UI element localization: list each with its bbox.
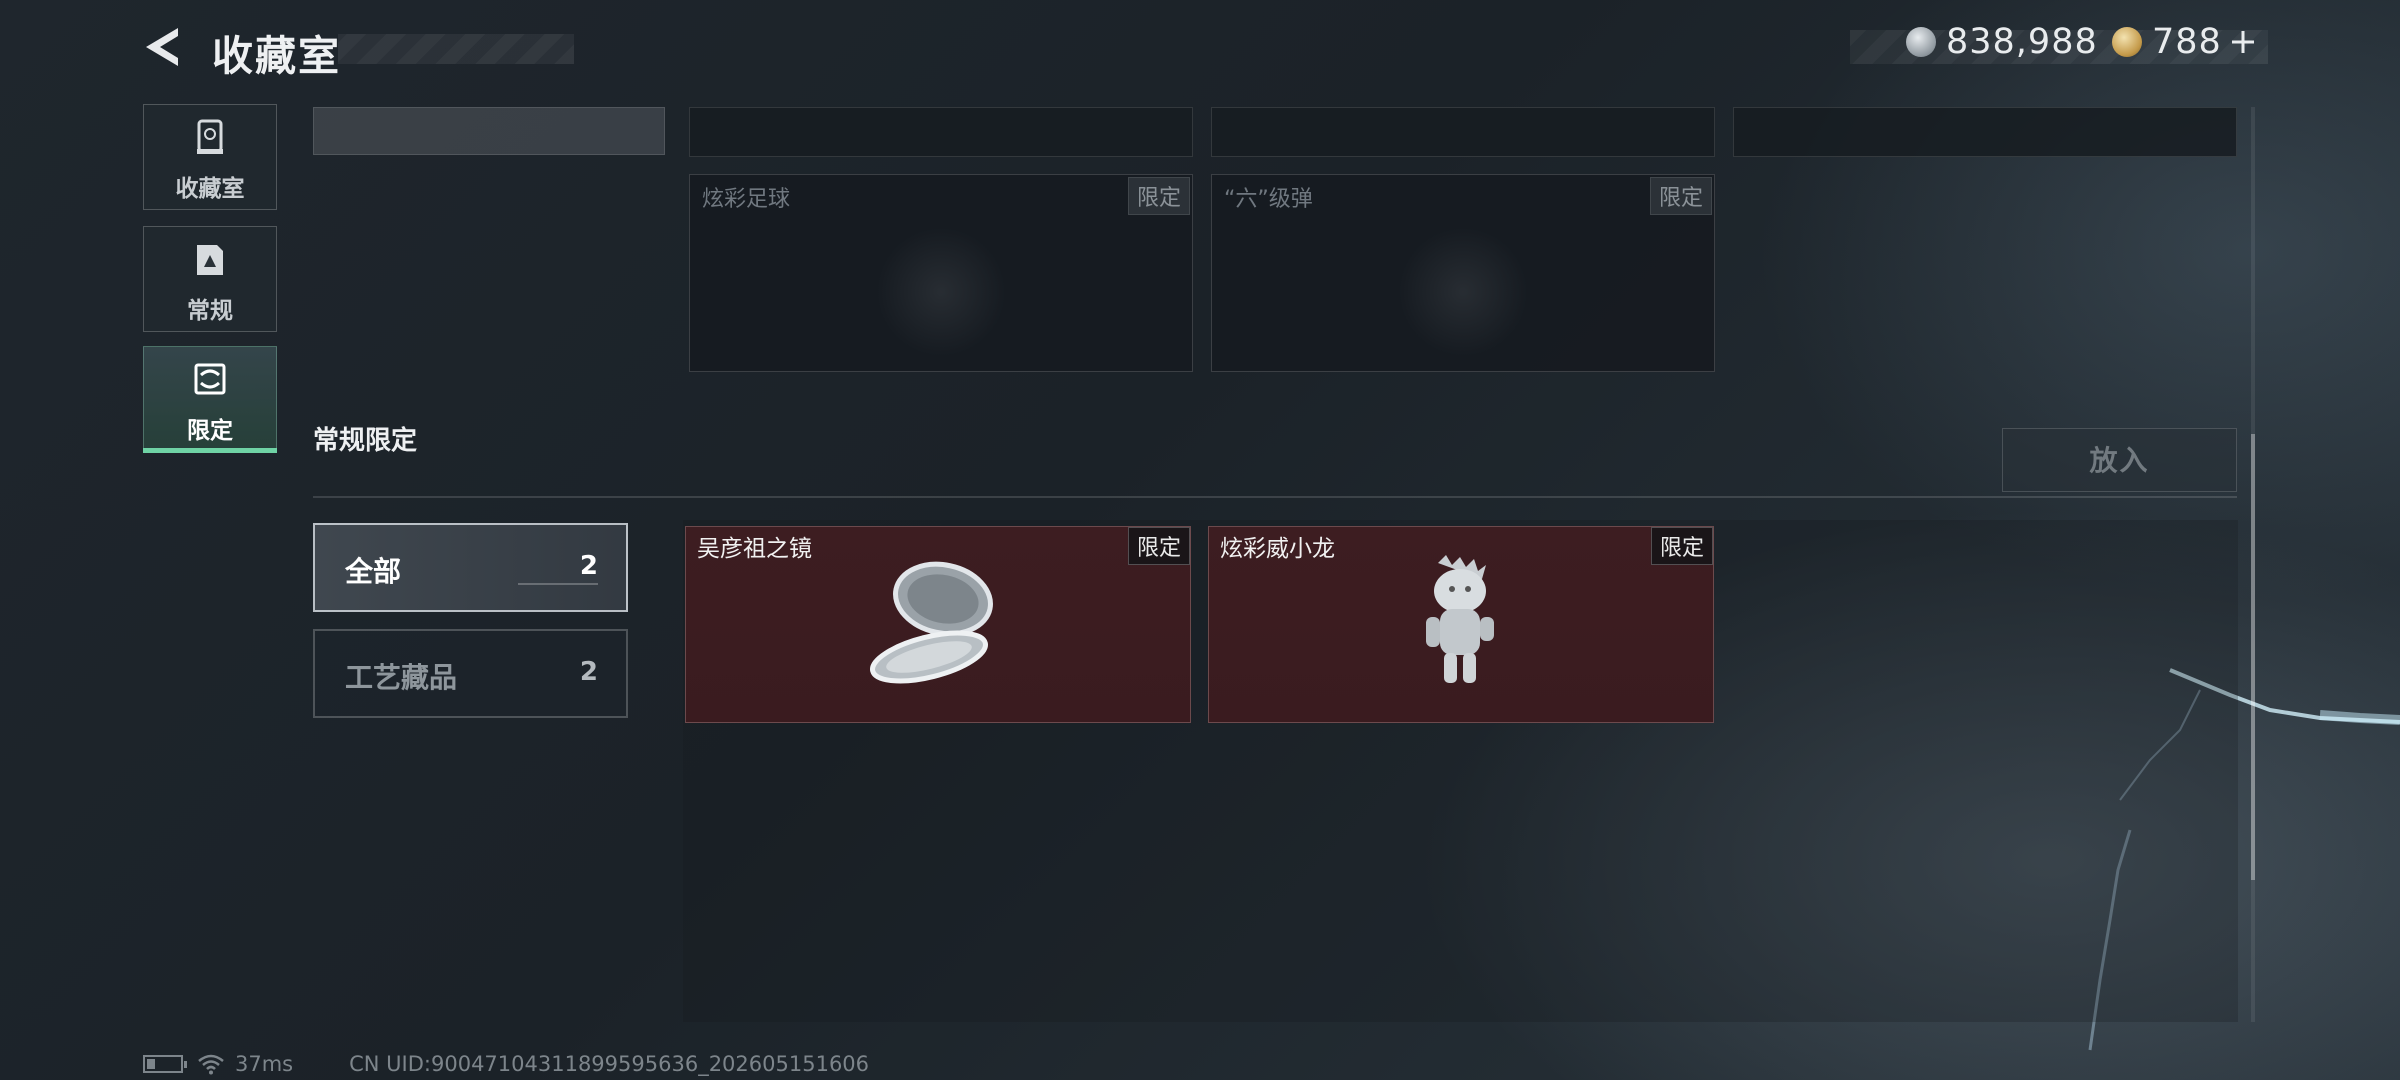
collection-card-locked[interactable]: 炫彩足球 限定 (689, 174, 1193, 372)
section-divider (313, 496, 2237, 498)
bullet-icon (1398, 227, 1528, 357)
card-name: “六”级弹 (1224, 187, 1313, 212)
filter-all[interactable]: 全部 2 (313, 523, 628, 612)
limited-badge: 限定 (1650, 527, 1713, 565)
nav-tab-regular[interactable]: 常规 (143, 226, 277, 332)
active-tab-indicator (143, 448, 277, 453)
uid-text: CN UID:9004710431189959​5636_20260515160… (349, 1052, 870, 1076)
limited-badge: 限定 (1127, 177, 1190, 215)
filter-label: 全部 (345, 555, 402, 588)
silver-currency-value: 838,988 (1946, 22, 2098, 62)
display-case-icon (197, 119, 223, 154)
gold-currency[interactable]: 788 (2112, 22, 2256, 62)
ping-text: 37ms (235, 1052, 294, 1076)
collection-slot[interactable] (1211, 107, 1715, 157)
wifi-icon (198, 1054, 224, 1075)
scrollbar-thumb[interactable] (2251, 434, 2255, 880)
page-title: 收藏室 (212, 32, 341, 80)
nav-label: 限定 (187, 418, 233, 444)
plus-icon[interactable] (2230, 29, 2256, 55)
card-name: 炫彩足球 (702, 187, 791, 212)
filter-underline (518, 583, 598, 585)
collection-card-locked[interactable]: “六”级弹 限定 (1211, 174, 1715, 372)
nav-tab-limited[interactable]: 限定 (143, 346, 277, 452)
silver-currency: 838,988 (1906, 22, 2098, 62)
filter-count: 2 (579, 657, 598, 687)
filter-count: 2 (579, 551, 598, 581)
silver-coin-icon (1906, 27, 1936, 57)
compact-mirror-icon (870, 561, 993, 684)
gold-coin-icon (2112, 27, 2142, 57)
filter-craft-collectibles[interactable]: 工艺藏品 2 (313, 629, 628, 718)
limited-badge: 限定 (1649, 177, 1712, 215)
collection-slot[interactable] (313, 107, 665, 155)
card-name: 吴彦祖之镜 (697, 536, 812, 562)
place-button[interactable]: 放入 (2002, 428, 2237, 492)
limited-badge: 限定 (1127, 527, 1190, 565)
nav-tab-collection-room[interactable]: 收藏室 (143, 104, 277, 210)
nav-label: 收藏室 (175, 176, 245, 202)
gold-currency-value: 788 (2152, 22, 2222, 62)
collection-slot[interactable] (689, 107, 1193, 157)
document-icon (197, 245, 223, 275)
nav-label: 常规 (187, 298, 233, 324)
title-decoration (338, 34, 574, 64)
dragon-figurine-icon (1426, 555, 1494, 683)
status-footer: 37ms CN UID:9004710431189959​5636_202605… (143, 1052, 869, 1076)
section-title: 常规限定 (313, 426, 418, 456)
collection-slot[interactable] (1733, 107, 2237, 157)
filter-label: 工艺藏品 (345, 661, 458, 694)
card-name: 炫彩威小龙 (1220, 536, 1335, 562)
battery-icon (143, 1055, 187, 1073)
item-card[interactable]: 炫彩威小龙 限定 (1208, 526, 1714, 723)
back-arrow-icon[interactable] (140, 24, 186, 70)
limited-icon (194, 363, 226, 395)
soccer-ball-icon (876, 227, 1006, 357)
item-card[interactable]: 吴彦祖之镜 限定 (685, 526, 1191, 723)
